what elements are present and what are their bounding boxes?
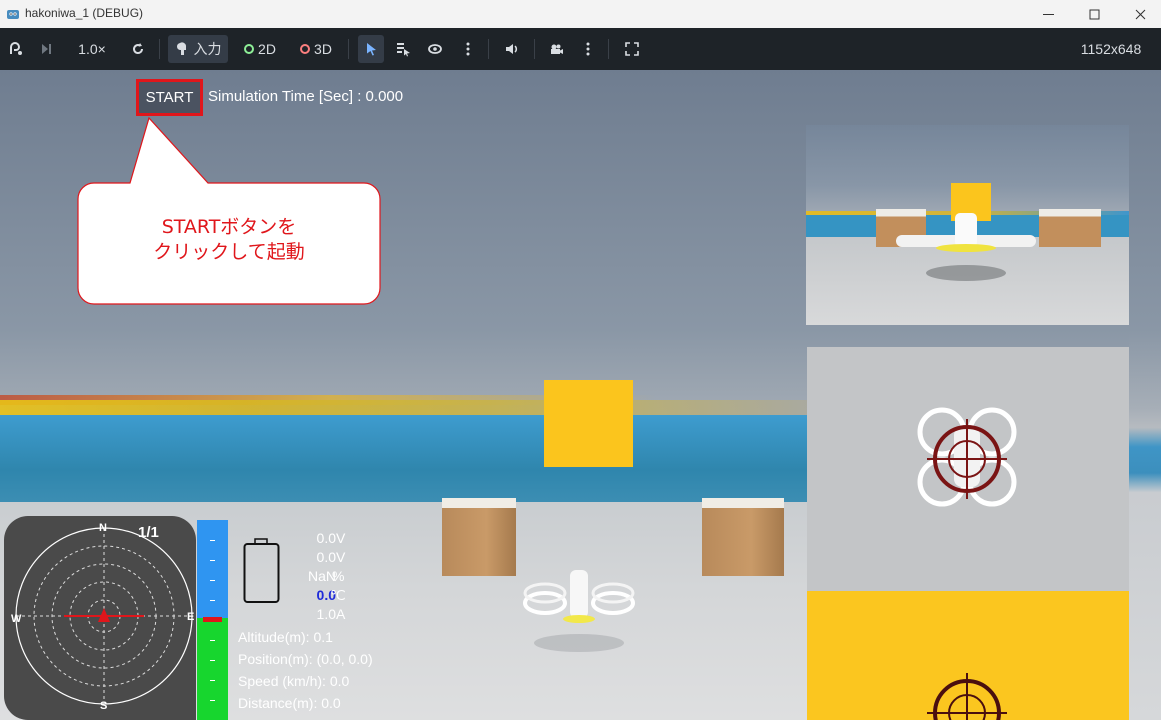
battery-icon xyxy=(243,538,280,603)
altitude-indicator xyxy=(203,617,222,622)
compass-radar xyxy=(4,516,196,720)
toolbar-separator xyxy=(159,39,160,59)
resolution-label: 1152x648 xyxy=(1066,28,1156,70)
close-icon xyxy=(1135,9,1145,19)
drone-front-view xyxy=(896,213,1036,281)
visibility-button[interactable] xyxy=(424,28,446,70)
battery-unit: ℃ xyxy=(330,587,346,603)
compass-north: N xyxy=(99,522,107,534)
maximize-button[interactable] xyxy=(1071,0,1117,28)
yellow-target-box xyxy=(544,380,633,467)
callout-text: STARTボタンを クリックして起動 xyxy=(80,215,378,265)
reset-speed-button[interactable] xyxy=(126,28,150,70)
front-camera-view xyxy=(806,125,1129,325)
reload-icon xyxy=(133,43,144,55)
position-readout: Position(m): (0.0, 0.0) xyxy=(238,651,373,667)
minimize-button[interactable] xyxy=(1025,0,1071,28)
godot-app-icon xyxy=(7,10,19,19)
drone-count: 1/1 xyxy=(138,524,159,541)
2d-dot-icon xyxy=(244,44,255,54)
list-select-button[interactable] xyxy=(392,28,414,70)
sea-surface xyxy=(0,415,810,507)
drone-model xyxy=(523,570,635,652)
battery-value: 1.0 xyxy=(316,606,336,622)
battery-unit: A xyxy=(336,606,346,622)
kebab-menu-icon xyxy=(586,42,590,56)
callout-line-2: クリックして起動 xyxy=(153,241,305,263)
cardboard-box-right xyxy=(702,498,784,576)
background-strip xyxy=(1129,70,1161,720)
speaker-icon xyxy=(506,44,518,54)
toolbar-separator xyxy=(534,39,535,59)
mute-button[interactable] xyxy=(500,28,524,70)
fullscreen-button[interactable] xyxy=(620,28,644,70)
remote-pause-icon xyxy=(10,42,22,55)
mode-2d-label: 2D xyxy=(258,41,276,57)
distance-readout: Distance(m): 0.0 xyxy=(238,695,341,711)
battery-unit: % xyxy=(332,568,345,584)
compass-west: W xyxy=(11,613,22,625)
resolution-text: 1152x648 xyxy=(1080,41,1142,57)
mode-2d-button[interactable]: 2D xyxy=(238,28,282,70)
eye-icon xyxy=(428,44,442,54)
altitude-readout: Altitude(m): 0.1 xyxy=(238,629,333,645)
crosshair-icon xyxy=(927,419,1007,499)
3d-dot-icon xyxy=(300,44,311,54)
mode-3d-label: 3D xyxy=(314,41,332,57)
camera-options-button[interactable] xyxy=(578,28,598,70)
minimize-icon xyxy=(1042,13,1054,15)
callout-line-1: STARTボタンを xyxy=(161,216,297,238)
input-toggle-button[interactable]: 入力 xyxy=(168,35,228,63)
speed-button[interactable]: 1.0× xyxy=(70,28,114,70)
camera-override-button[interactable] xyxy=(544,28,568,70)
cardboard-box-left xyxy=(442,498,516,576)
maximize-icon xyxy=(1089,9,1099,19)
crosshair-icon xyxy=(927,673,1007,720)
game-viewport[interactable]: STARTボタンを クリックして起動 START Simulation Time… xyxy=(0,70,1161,720)
altitude-gauge xyxy=(197,520,228,720)
cursor-arrow-icon xyxy=(367,43,376,56)
debug-toolbar: 1.0× 入力 2D 3D 1152x648 xyxy=(0,28,1161,70)
next-frame-button[interactable] xyxy=(34,28,58,70)
battery-unit: V xyxy=(336,549,346,565)
window-title: hakoniwa_1 (DEBUG) xyxy=(25,6,144,20)
joypad-icon xyxy=(176,42,186,55)
title-bar: hakoniwa_1 (DEBUG) xyxy=(0,0,1161,28)
battery-value: 0.0 xyxy=(316,530,336,546)
simulation-time: Simulation Time [Sec] : 0.000 xyxy=(208,88,404,105)
downward-camera-view xyxy=(807,591,1129,720)
game-options-button[interactable] xyxy=(458,28,478,70)
start-button[interactable]: START xyxy=(136,79,203,116)
radar-rings xyxy=(15,527,193,705)
battery-unit: V xyxy=(336,530,346,546)
select-mode-button[interactable] xyxy=(358,35,384,63)
bottom-camera-view xyxy=(807,347,1129,591)
speed-readout: Speed (km/h): 0.0 xyxy=(238,673,350,689)
toolbar-separator xyxy=(348,39,349,59)
compass-east: E xyxy=(187,611,195,623)
fullscreen-icon xyxy=(625,42,639,56)
compass-south: S xyxy=(100,700,108,712)
mode-3d-button[interactable]: 3D xyxy=(294,28,338,70)
next-frame-icon xyxy=(42,44,51,54)
camera-icon xyxy=(551,44,563,54)
battery-value: 0.0 xyxy=(316,549,336,565)
input-label: 入力 xyxy=(193,41,222,57)
suspend-button[interactable] xyxy=(4,28,28,70)
toolbar-separator xyxy=(488,39,489,59)
list-select-icon xyxy=(397,43,410,57)
speed-label: 1.0× xyxy=(78,41,106,57)
close-button[interactable] xyxy=(1117,0,1161,28)
toolbar-separator xyxy=(608,39,609,59)
kebab-menu-icon xyxy=(466,42,470,56)
